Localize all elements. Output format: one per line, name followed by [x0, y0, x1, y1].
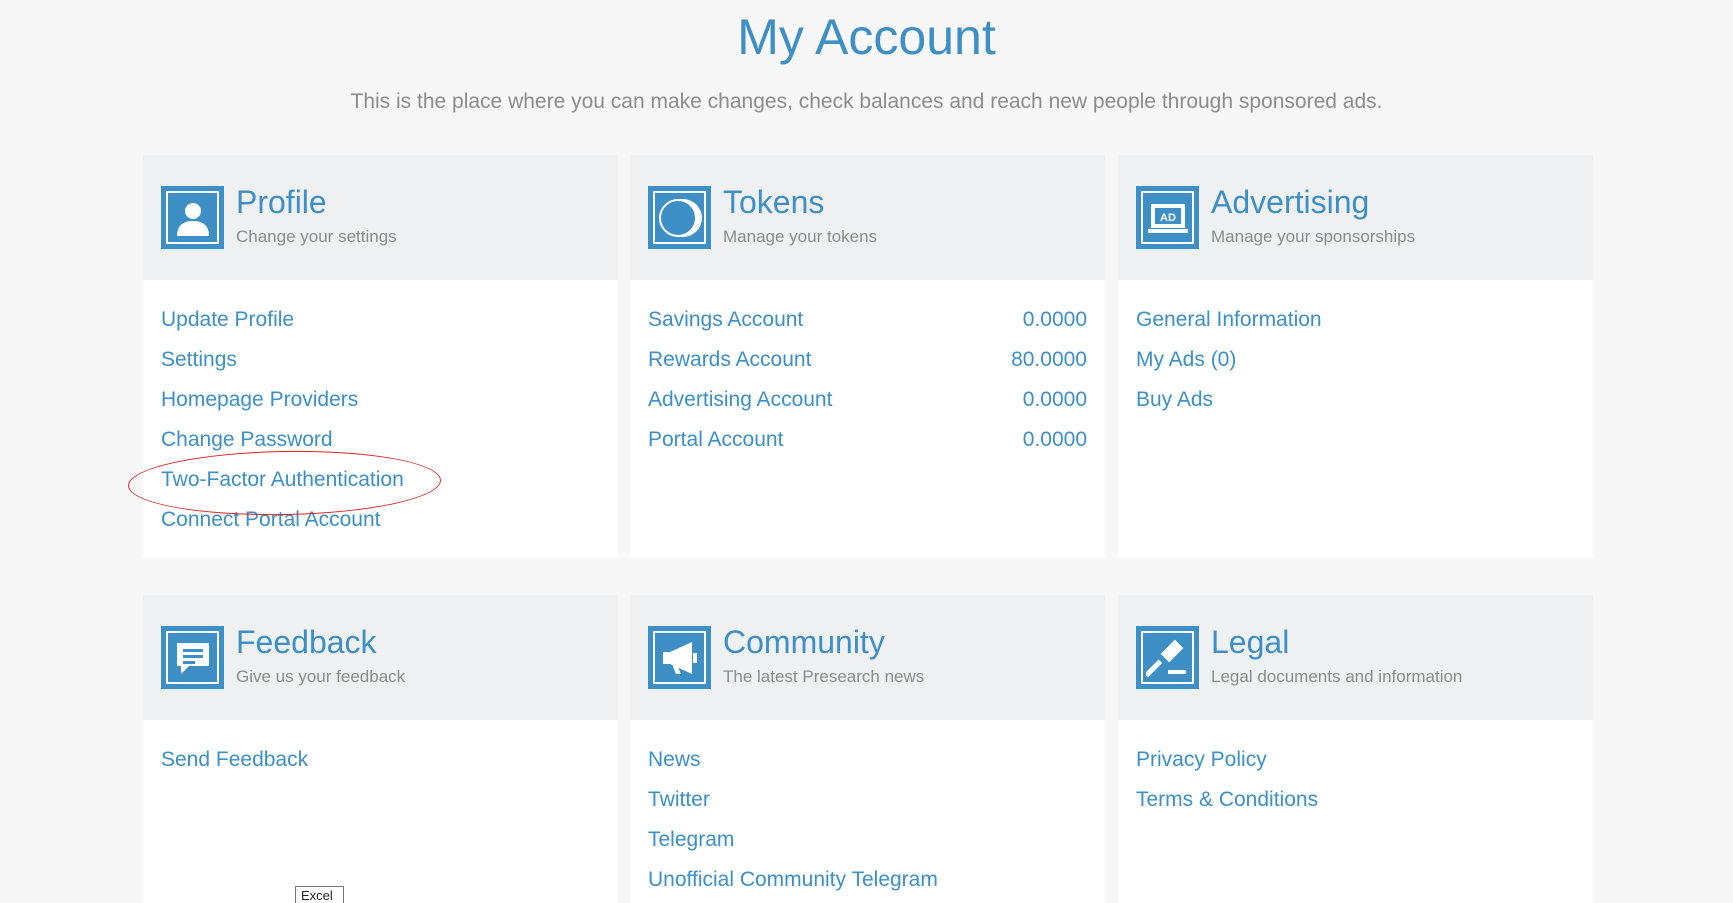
rewards-account-link[interactable]: Rewards Account [648, 348, 811, 372]
feedback-title: Feedback [236, 624, 377, 660]
community-card-header: Community The latest Presearch news [630, 595, 1105, 720]
token-account-row: Advertising Account 0.0000 [648, 380, 1087, 420]
privacy-policy-link[interactable]: Privacy Policy [1136, 748, 1267, 772]
community-card: Community The latest Presearch news News… [630, 595, 1105, 903]
advertising-card-header: AD Advertising Manage your sponsorships [1118, 155, 1593, 280]
portal-account-balance: 0.0000 [1022, 428, 1087, 451]
tokens-subtitle: Manage your tokens [723, 227, 878, 246]
community-links: News Twitter Telegram Unofficial Communi… [630, 720, 1105, 900]
feedback-links: Send Feedback [143, 720, 618, 780]
tokens-title: Tokens [723, 184, 825, 220]
excel-tooltip: Excel [295, 886, 344, 903]
buy-ads-link[interactable]: Buy Ads [1136, 388, 1213, 412]
gavel-icon [1136, 626, 1199, 689]
account-page: My Account This is the place where you c… [0, 0, 1733, 903]
token-account-row: Portal Account 0.0000 [648, 420, 1087, 460]
portal-account-link[interactable]: Portal Account [648, 428, 783, 452]
send-feedback-link[interactable]: Send Feedback [161, 748, 308, 772]
telegram-link[interactable]: Telegram [648, 828, 734, 852]
tokens-card-header: Tokens Manage your tokens [630, 155, 1105, 280]
chat-icon [161, 626, 224, 689]
terms-conditions-link[interactable]: Terms & Conditions [1136, 788, 1318, 812]
community-subtitle: The latest Presearch news [723, 667, 925, 686]
token-account-row: Rewards Account 80.0000 [648, 340, 1087, 380]
advertising-title: Advertising [1211, 184, 1370, 220]
rewards-account-balance: 80.0000 [1011, 348, 1087, 371]
tokens-accounts: Savings Account 0.0000 Rewards Account 8… [630, 280, 1105, 460]
advertising-subtitle: Manage your sponsorships [1211, 227, 1416, 246]
coin-icon [648, 186, 711, 249]
advertising-account-link[interactable]: Advertising Account [648, 388, 832, 412]
ad-icon-text: AD [1160, 212, 1176, 224]
advertising-links: General Information My Ads (0) Buy Ads [1118, 280, 1593, 420]
my-ads-link[interactable]: My Ads (0) [1136, 348, 1236, 372]
legal-card: Legal Legal documents and information Pr… [1118, 595, 1593, 903]
page-title: My Account [737, 9, 996, 65]
homepage-providers-link[interactable]: Homepage Providers [161, 388, 358, 412]
feedback-card-header: Feedback Give us your feedback [143, 595, 618, 720]
profile-title: Profile [236, 184, 327, 220]
profile-subtitle: Change your settings [236, 227, 397, 246]
legal-card-header: Legal Legal documents and information [1118, 595, 1593, 720]
feedback-card: Feedback Give us your feedback Send Feed… [143, 595, 618, 903]
profile-card-header: Profile Change your settings [143, 155, 618, 280]
advertising-card: AD Advertising Manage your sponsorships … [1118, 155, 1593, 558]
advertising-account-balance: 0.0000 [1022, 388, 1087, 411]
news-link[interactable]: News [648, 748, 701, 772]
unofficial-community-telegram-link[interactable]: Unofficial Community Telegram [648, 868, 938, 892]
savings-account-balance: 0.0000 [1022, 308, 1087, 331]
savings-account-link[interactable]: Savings Account [648, 308, 803, 332]
feedback-subtitle: Give us your feedback [236, 667, 406, 686]
tokens-card: Tokens Manage your tokens Savings Accoun… [630, 155, 1105, 558]
token-account-row: Savings Account 0.0000 [648, 300, 1087, 340]
legal-links: Privacy Policy Terms & Conditions [1118, 720, 1593, 820]
legal-title: Legal [1211, 624, 1290, 660]
user-icon [161, 186, 224, 249]
update-profile-link[interactable]: Update Profile [161, 308, 294, 332]
settings-link[interactable]: Settings [161, 348, 237, 372]
community-title: Community [723, 624, 885, 660]
general-information-link[interactable]: General Information [1136, 308, 1322, 332]
twitter-link[interactable]: Twitter [648, 788, 710, 812]
legal-subtitle: Legal documents and information [1211, 667, 1463, 686]
ad-icon: AD [1136, 186, 1199, 249]
page-subtitle: This is the place where you can make cha… [350, 90, 1383, 113]
megaphone-icon [648, 626, 711, 689]
change-password-link[interactable]: Change Password [161, 428, 333, 452]
